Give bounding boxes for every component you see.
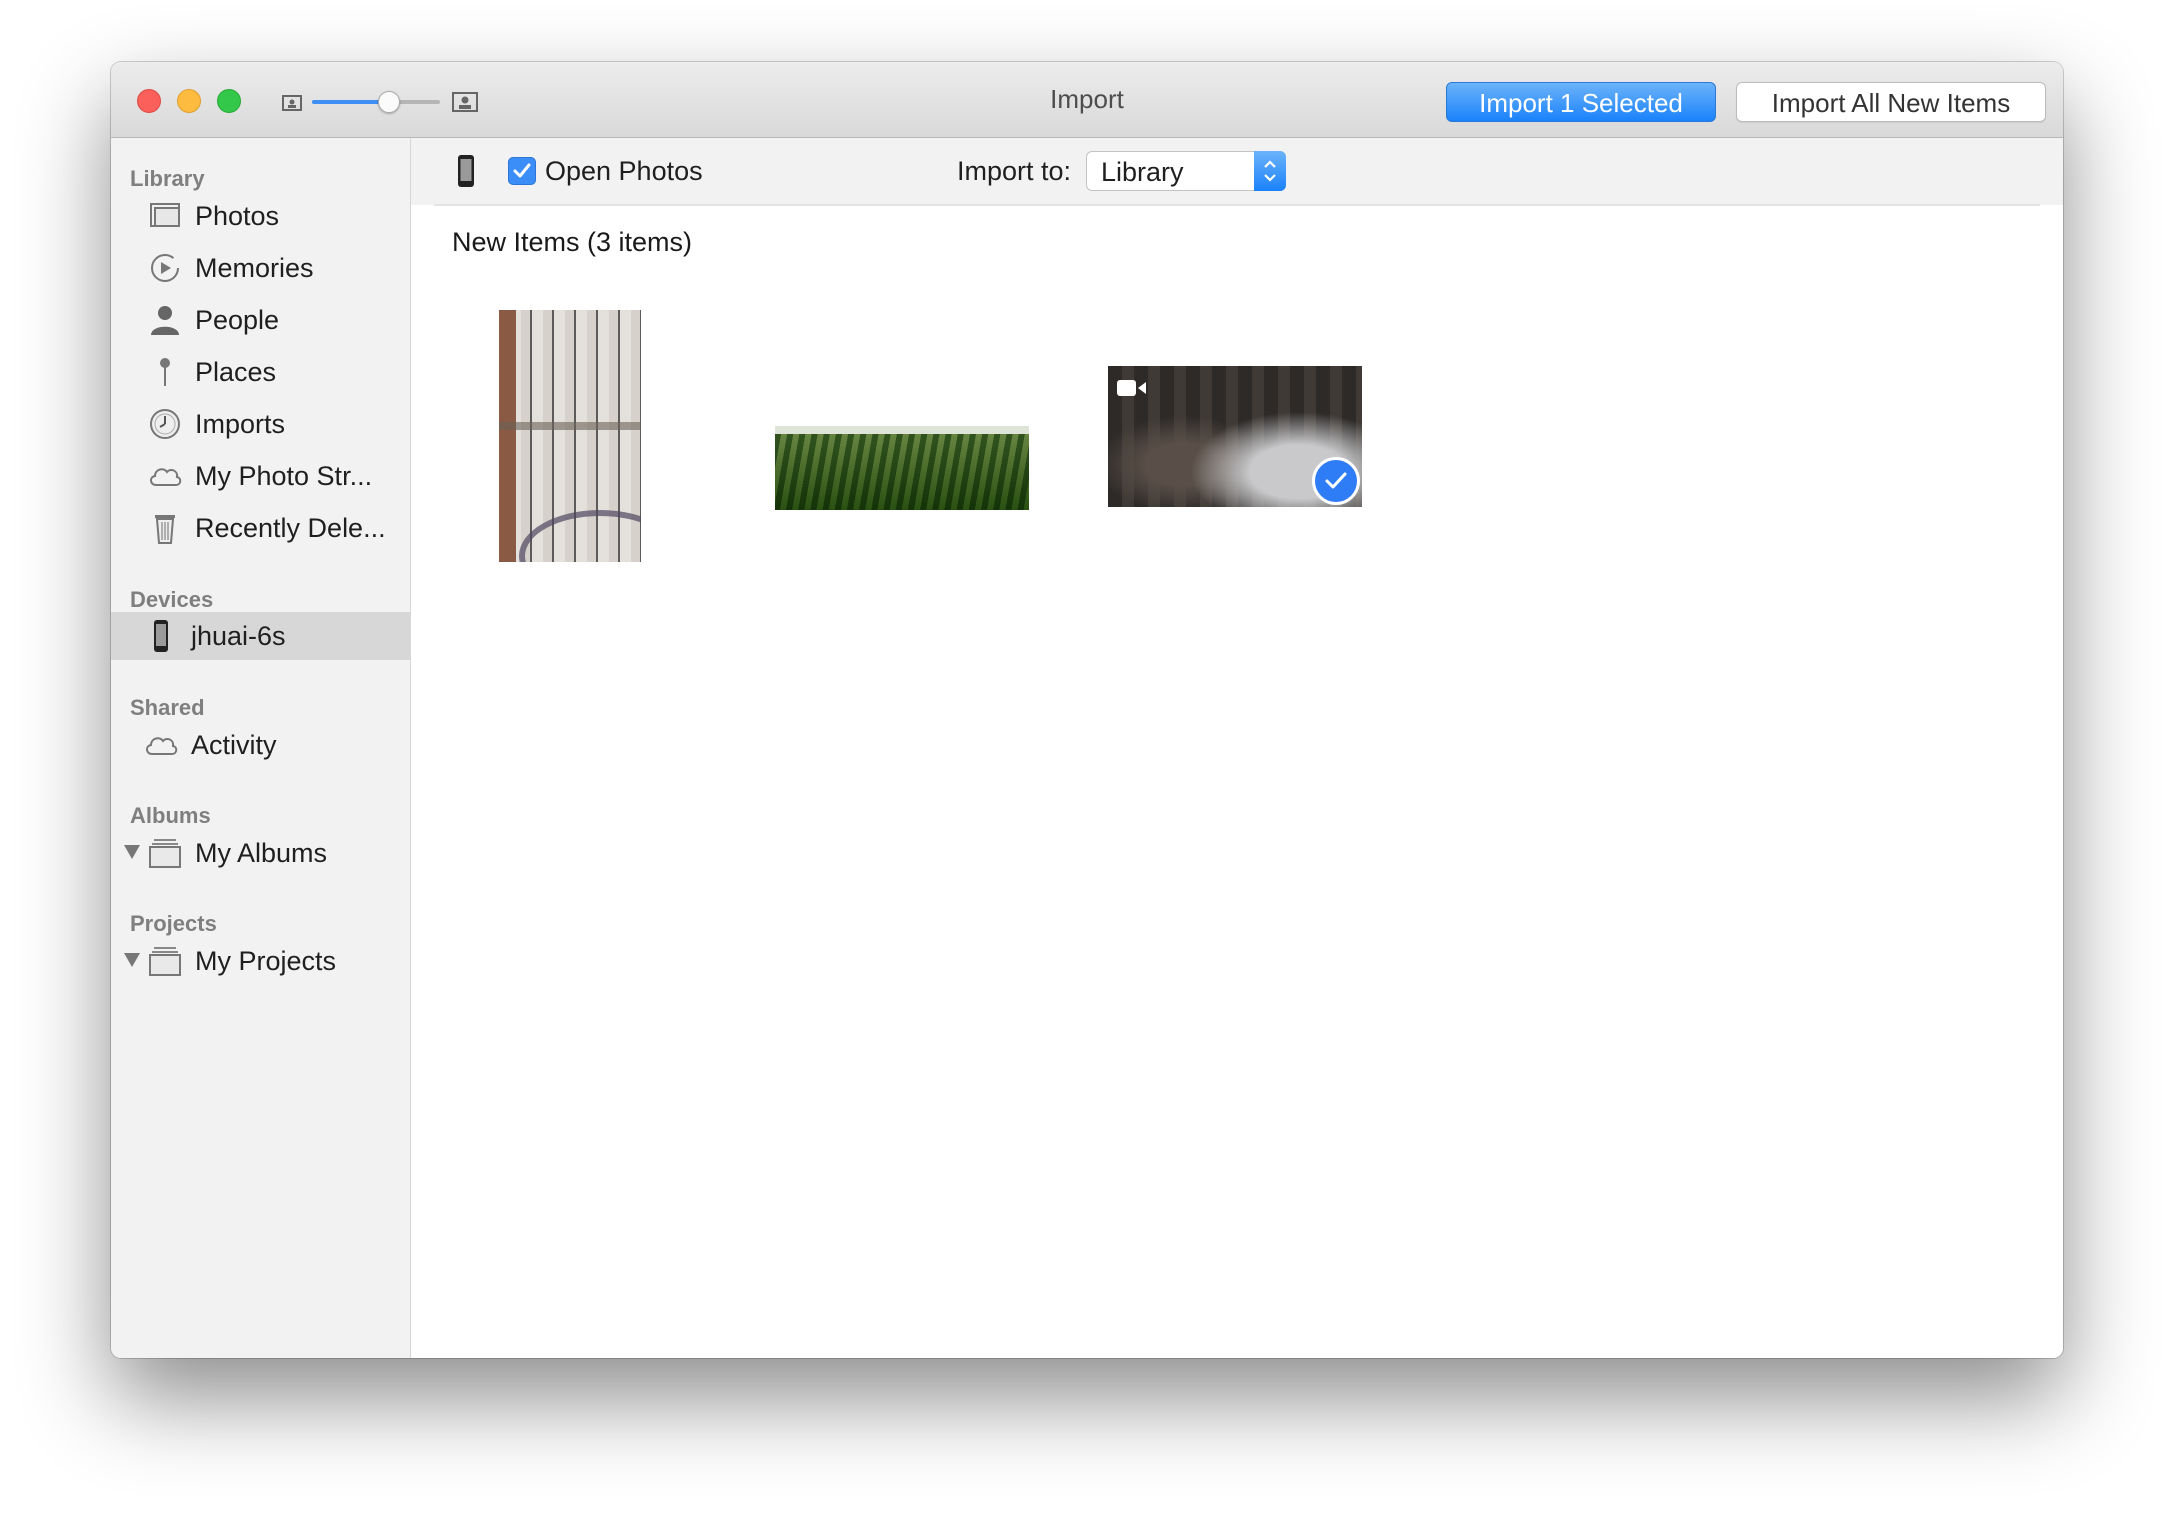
sidebar-item-people[interactable]: People — [111, 296, 410, 344]
video-thumbnail[interactable] — [1108, 366, 1362, 507]
sidebar: Library Photos Memories People Places Im… — [111, 138, 411, 1358]
section-heading-devices: Devices — [130, 587, 214, 612]
slider-knob[interactable] — [378, 91, 400, 113]
sidebar-item-activity[interactable]: Activity — [111, 721, 410, 769]
import-to-label: Import to: — [957, 156, 1072, 186]
chevron-up-down-icon — [1264, 160, 1276, 182]
close-window-button[interactable] — [137, 89, 161, 113]
section-heading-projects: Projects — [130, 911, 217, 936]
photo-thumbnail[interactable] — [499, 310, 641, 562]
zoom-window-button[interactable] — [217, 89, 241, 113]
memories-icon — [151, 254, 179, 282]
checkmark-icon — [1325, 472, 1347, 489]
album-stack-icon — [149, 839, 181, 868]
album-stack-icon — [149, 947, 181, 976]
sidebar-item-label: My Photo Str... — [195, 461, 373, 491]
new-items-title: New Items (3 items) — [452, 227, 693, 257]
open-photos-checkbox[interactable] — [508, 157, 536, 185]
sidebar-item-my-projects[interactable]: My Projects — [111, 937, 410, 985]
sidebar-item-recently-deleted[interactable]: Recently Dele... — [111, 504, 410, 552]
photo-detail — [775, 434, 1029, 510]
section-heading-library: Library — [130, 166, 205, 191]
thumbnail-size-slider[interactable] — [278, 87, 478, 117]
minimize-window-button[interactable] — [177, 89, 201, 113]
sidebar-item-photos[interactable]: Photos — [111, 192, 410, 240]
sidebar-item-label: My Projects — [195, 946, 337, 976]
select-stepper[interactable] — [1254, 151, 1286, 191]
selected-checkmark-badge — [1312, 457, 1360, 505]
clock-icon — [150, 409, 180, 439]
open-photos-label[interactable]: Open Photos — [545, 156, 703, 187]
cloud-icon — [150, 468, 182, 486]
photo-detail — [499, 422, 641, 430]
toolbar-divider — [434, 204, 2040, 206]
pin-icon — [160, 358, 170, 386]
sidebar-item-label: People — [195, 305, 280, 335]
sidebar-item-memories[interactable]: Memories — [111, 244, 410, 292]
iphone-icon — [458, 155, 474, 187]
iphone-icon — [154, 620, 168, 652]
photos-icon — [150, 203, 180, 227]
checkmark-icon — [513, 163, 531, 178]
photo-detail — [519, 510, 641, 562]
section-heading-albums: Albums — [130, 803, 211, 828]
import-content: Open Photos Import to: Library New Items… — [411, 138, 2063, 1358]
sidebar-item-label: Memories — [195, 253, 314, 283]
sidebar-item-label: Places — [195, 357, 277, 387]
sidebar-item-label: jhuai-6s — [191, 621, 286, 651]
sidebar-item-label: Photos — [195, 201, 280, 231]
import-destination-select[interactable]: Library — [1086, 151, 1286, 191]
import-window: Import Import 1 Selected Import All New … — [111, 62, 2063, 1358]
section-heading-shared: Shared — [130, 695, 205, 720]
sidebar-item-label: Activity — [191, 730, 277, 760]
sidebar-item-device-jhuai-6s[interactable]: jhuai-6s — [111, 612, 410, 660]
import-destination-value: Library — [1101, 157, 1184, 187]
large-photo-icon — [452, 92, 478, 112]
titlebar: Import Import 1 Selected Import All New … — [111, 62, 2063, 138]
import-selected-button[interactable]: Import 1 Selected — [1446, 82, 1716, 122]
import-toolbar: Open Photos Import to: Library — [411, 138, 2063, 206]
sidebar-item-label: Imports — [195, 409, 286, 439]
sidebar-item-label: My Albums — [195, 838, 328, 868]
disclosure-triangle-icon[interactable] — [124, 845, 140, 859]
sidebar-item-places[interactable]: Places — [111, 348, 410, 396]
small-photo-icon — [282, 95, 302, 111]
trash-icon — [155, 515, 175, 544]
cloud-icon — [146, 737, 178, 755]
sidebar-item-label: Recently Dele... — [195, 513, 386, 543]
photo-thumbnail[interactable] — [775, 362, 1029, 510]
person-icon — [151, 306, 179, 335]
disclosure-triangle-icon[interactable] — [124, 953, 140, 967]
sidebar-item-my-albums[interactable]: My Albums — [111, 829, 410, 877]
video-camera-icon — [1117, 380, 1146, 396]
sidebar-item-imports[interactable]: Imports — [111, 400, 410, 448]
sidebar-item-my-photo-stream[interactable]: My Photo Str... — [111, 452, 410, 500]
import-all-button[interactable]: Import All New Items — [1736, 82, 2046, 122]
